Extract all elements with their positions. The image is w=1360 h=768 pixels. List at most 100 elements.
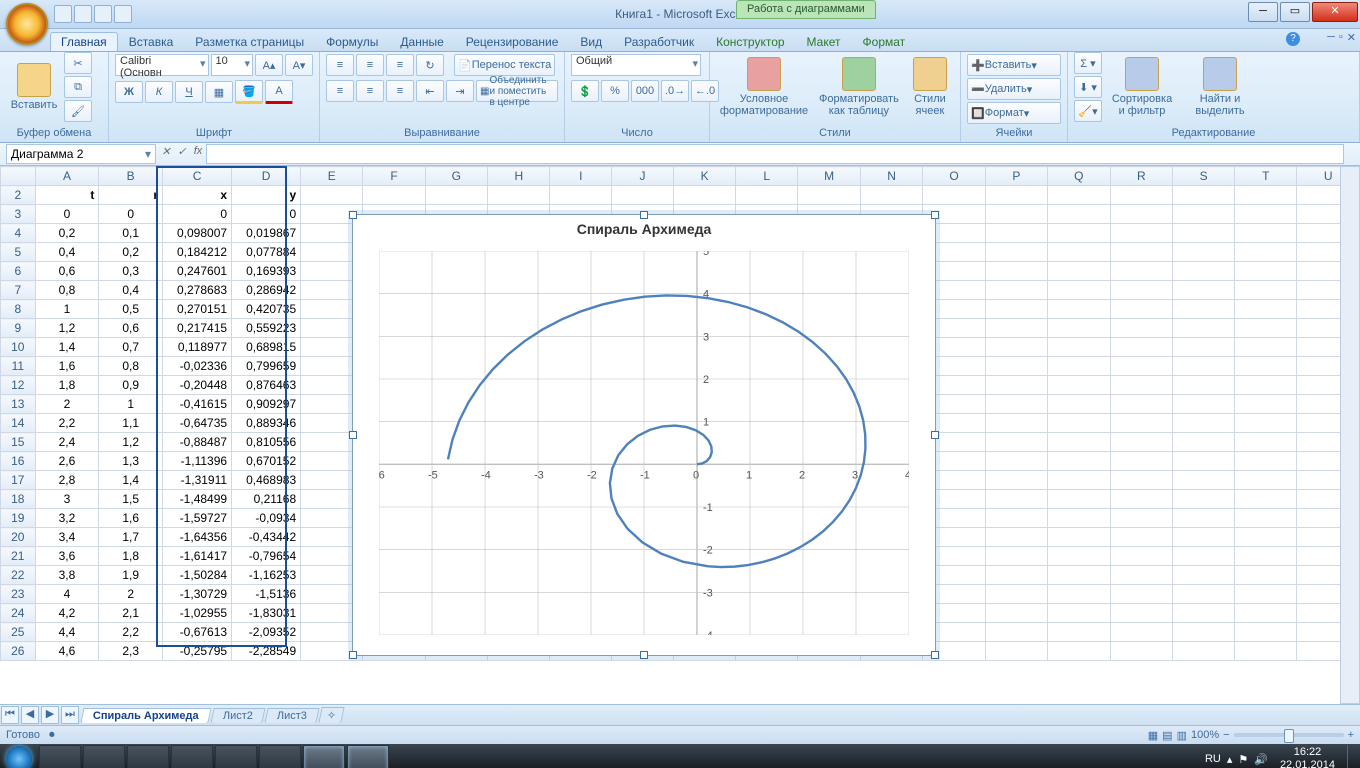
cell[interactable]	[985, 357, 1047, 376]
fill-color-icon[interactable]: 🪣	[235, 80, 263, 104]
cell[interactable]	[1110, 243, 1172, 262]
cell[interactable]	[1048, 585, 1111, 604]
col-header-D[interactable]: D	[232, 167, 301, 186]
cell[interactable]	[1048, 357, 1111, 376]
tab-chart-format[interactable]: Формат	[852, 32, 917, 51]
cell[interactable]: 2,2	[99, 623, 163, 642]
cell[interactable]	[985, 281, 1047, 300]
tray-lang[interactable]: RU	[1205, 753, 1221, 765]
cell[interactable]: 1,9	[99, 566, 163, 585]
cut-icon[interactable]: ✂	[64, 52, 92, 74]
cell[interactable]: 1,2	[99, 433, 163, 452]
cell[interactable]: -0,20448	[163, 376, 232, 395]
cell[interactable]	[1048, 186, 1111, 205]
border-icon[interactable]: ▦	[205, 81, 233, 103]
tab-chart-layout[interactable]: Макет	[796, 32, 852, 51]
bold-button[interactable]: Ж	[115, 81, 143, 103]
cell[interactable]: r	[99, 186, 163, 205]
cell[interactable]	[985, 566, 1047, 585]
cell[interactable]	[1048, 642, 1111, 661]
wb-minimize-icon[interactable]: ─	[1327, 31, 1335, 44]
cell[interactable]	[1110, 433, 1172, 452]
zoom-in-button[interactable]: +	[1348, 729, 1354, 741]
cell[interactable]	[1048, 300, 1111, 319]
cell[interactable]: 0,8	[35, 281, 99, 300]
taskbar-excel-icon[interactable]	[303, 745, 345, 768]
cell[interactable]: 1,8	[99, 547, 163, 566]
cell[interactable]: 0,3	[99, 262, 163, 281]
cell[interactable]	[1048, 224, 1111, 243]
cell[interactable]	[673, 186, 735, 205]
cell[interactable]: 4,6	[35, 642, 99, 661]
cell[interactable]	[1172, 395, 1234, 414]
tab-view[interactable]: Вид	[569, 32, 613, 51]
cell[interactable]: 3,6	[35, 547, 99, 566]
col-header-I[interactable]: I	[550, 167, 612, 186]
cell[interactable]	[1235, 642, 1297, 661]
view-pagebreak-icon[interactable]: ▥	[1177, 729, 1187, 742]
italic-button[interactable]: К	[145, 81, 173, 103]
autosum-icon[interactable]: Σ ▾	[1074, 52, 1102, 74]
cell[interactable]: 1,4	[99, 471, 163, 490]
row-header[interactable]: 9	[1, 319, 36, 338]
col-header-C[interactable]: C	[163, 167, 232, 186]
col-header-Q[interactable]: Q	[1048, 167, 1111, 186]
cell[interactable]	[1048, 566, 1111, 585]
col-header-L[interactable]: L	[736, 167, 798, 186]
cell[interactable]: -1,02955	[163, 604, 232, 623]
cell[interactable]: 0,799659	[232, 357, 301, 376]
cell[interactable]	[1172, 547, 1234, 566]
cell[interactable]: -1,59727	[163, 509, 232, 528]
col-header-J[interactable]: J	[612, 167, 674, 186]
sheet-tab-1[interactable]: Спираль Архимеда	[80, 708, 211, 723]
tray-show-hidden-icon[interactable]: ▴	[1227, 753, 1233, 766]
cell[interactable]: -0,02336	[163, 357, 232, 376]
cell[interactable]: 1,8	[35, 376, 99, 395]
row-header[interactable]: 6	[1, 262, 36, 281]
cell[interactable]	[1172, 452, 1234, 471]
cell[interactable]: 2,4	[35, 433, 99, 452]
cell[interactable]	[1172, 623, 1234, 642]
row-header[interactable]: 16	[1, 452, 36, 471]
cell[interactable]: -0,25795	[163, 642, 232, 661]
cell[interactable]	[1048, 623, 1111, 642]
cell[interactable]	[1172, 566, 1234, 585]
align-top-icon[interactable]: ≡	[326, 54, 354, 76]
cell[interactable]	[985, 490, 1047, 509]
tab-developer[interactable]: Разработчик	[613, 32, 705, 51]
cell[interactable]: 0,019867	[232, 224, 301, 243]
cell[interactable]	[1235, 414, 1297, 433]
orientation-icon[interactable]: ↻	[416, 54, 444, 76]
cell[interactable]: 2,8	[35, 471, 99, 490]
cell[interactable]: 0	[163, 205, 232, 224]
col-header-T[interactable]: T	[1235, 167, 1297, 186]
cell[interactable]: -1,48499	[163, 490, 232, 509]
cell[interactable]: 1,1	[99, 414, 163, 433]
sheet-tab-3[interactable]: Лист3	[264, 708, 319, 723]
cell[interactable]: -0,0934	[232, 509, 301, 528]
row-header[interactable]: 20	[1, 528, 36, 547]
underline-button[interactable]: Ч	[175, 81, 203, 103]
indent-dec-icon[interactable]: ⇤	[416, 80, 444, 102]
cell[interactable]	[1235, 224, 1297, 243]
cell[interactable]	[985, 642, 1047, 661]
cell[interactable]	[301, 186, 363, 205]
taskbar-kaspersky-icon[interactable]	[127, 745, 169, 768]
row-header[interactable]: 26	[1, 642, 36, 661]
cell[interactable]	[1048, 205, 1111, 224]
sheet-nav-prev-icon[interactable]: ◀	[21, 706, 39, 724]
cell[interactable]	[1048, 376, 1111, 395]
cell[interactable]	[1235, 319, 1297, 338]
vertical-scrollbar[interactable]	[1340, 166, 1360, 704]
cell[interactable]	[985, 243, 1047, 262]
cell[interactable]: 1	[35, 300, 99, 319]
cell[interactable]	[1172, 243, 1234, 262]
align-bottom-icon[interactable]: ≡	[386, 54, 414, 76]
cell[interactable]	[1110, 509, 1172, 528]
cell[interactable]: 1,6	[99, 509, 163, 528]
format-as-table-button[interactable]: Форматировать как таблицу	[814, 51, 904, 123]
cell[interactable]: 0,6	[99, 319, 163, 338]
cell[interactable]: 0,7	[99, 338, 163, 357]
tab-page-layout[interactable]: Разметка страницы	[184, 32, 315, 51]
merge-center-button[interactable]: ▦ Объединить и поместить в центре	[476, 80, 558, 102]
